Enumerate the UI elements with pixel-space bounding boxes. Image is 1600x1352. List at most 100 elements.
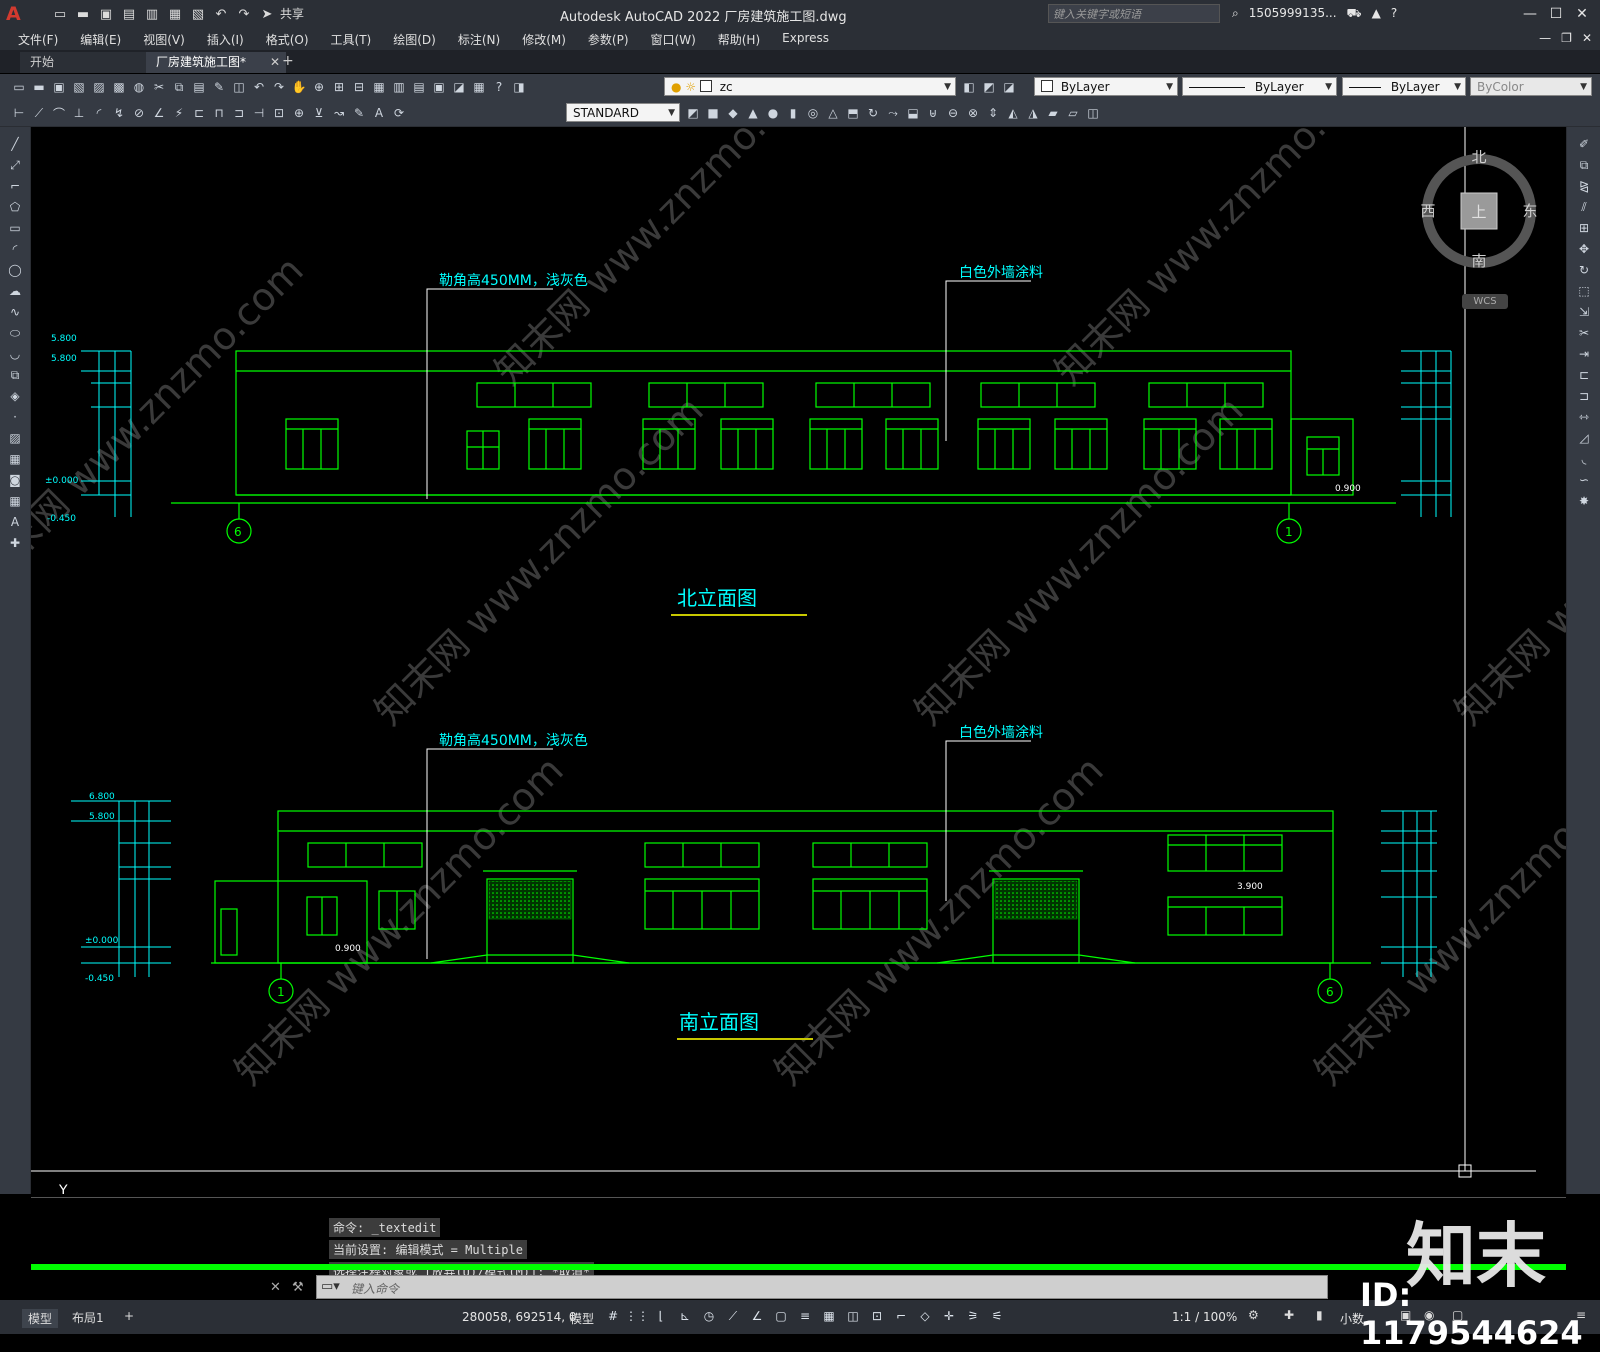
save-icon[interactable]: ▣	[96, 4, 116, 24]
mirror-icon[interactable]: ⧎	[1574, 177, 1594, 195]
account-icon[interactable]: ▲	[1372, 6, 1381, 22]
dim-break-icon[interactable]: ⊣	[250, 104, 268, 122]
menu-file[interactable]: 文件(F)	[18, 31, 58, 48]
menu-express[interactable]: Express	[782, 31, 829, 48]
lineweight-dropdown[interactable]: ByLayer ▼	[1342, 77, 1466, 96]
break-icon[interactable]: ⊐	[1574, 387, 1594, 405]
wedge-icon[interactable]: ◆	[724, 104, 742, 122]
dimstyle-manager-icon[interactable]: ◩	[684, 104, 702, 122]
union-icon[interactable]: ⊎	[924, 104, 942, 122]
loft-icon[interactable]: ⬓	[904, 104, 922, 122]
layer-dropdown[interactable]: ● ☼ zc ▼	[664, 77, 956, 96]
fillet-icon[interactable]: ◟	[1574, 450, 1594, 468]
paste-icon[interactable]: ▤	[190, 78, 208, 96]
table-icon[interactable]: ▦	[5, 492, 25, 510]
lineweight-icon[interactable]: ≡	[796, 1307, 814, 1325]
transparency-icon[interactable]: ▦	[820, 1307, 838, 1325]
save-icon[interactable]: ▣	[50, 78, 68, 96]
open-file-icon[interactable]: ▬	[73, 4, 93, 24]
doc-close-icon[interactable]: ✕	[1582, 31, 1592, 45]
dim-jogged-icon[interactable]: ↯	[110, 104, 128, 122]
redo-icon[interactable]: ↷	[234, 4, 254, 24]
menu-window[interactable]: 窗口(W)	[651, 31, 696, 48]
pan-icon[interactable]: ✋	[290, 78, 308, 96]
color-dropdown[interactable]: ByLayer ▼	[1034, 77, 1178, 96]
snap-icon[interactable]: ⋮⋮	[625, 1307, 649, 1325]
region-icon[interactable]: ◙	[5, 471, 25, 489]
share-label[interactable]: 共享	[280, 4, 304, 24]
revcloud-icon[interactable]: ☁	[5, 282, 25, 300]
menu-parametric[interactable]: 参数(P)	[588, 31, 629, 48]
pyramid-icon[interactable]: △	[824, 104, 842, 122]
arc-icon[interactable]: ◜	[5, 240, 25, 258]
command-input[interactable]: ▭▾ 键入命令	[316, 1275, 1328, 1299]
viewcube-face[interactable]: 上	[1471, 203, 1486, 221]
new-file-icon[interactable]: ▭	[50, 4, 70, 24]
viewcube-north[interactable]: 北	[1471, 150, 1486, 166]
annotation-visibility-icon[interactable]: ⚞	[964, 1307, 982, 1325]
viewcube-east[interactable]: 东	[1522, 202, 1537, 220]
make-block-icon[interactable]: ◈	[5, 387, 25, 405]
plus-icon[interactable]: ✚	[1284, 1308, 1294, 1322]
extrude-icon[interactable]: ⬒	[844, 104, 862, 122]
add-selected-icon[interactable]: ✚	[5, 534, 25, 552]
polyline-icon[interactable]: ⌐	[5, 177, 25, 195]
tolerance-icon[interactable]: ⊡	[270, 104, 288, 122]
break-point-icon[interactable]: ⊏	[1574, 366, 1594, 384]
menu-draw[interactable]: 绘图(D)	[393, 31, 436, 48]
search-icon[interactable]: ⌕	[1232, 6, 1239, 22]
zoom-realtime-icon[interactable]: ⊕	[310, 78, 328, 96]
intersect-icon[interactable]: ⊗	[964, 104, 982, 122]
tab-start[interactable]: 开始	[20, 52, 160, 73]
settings-gear-icon[interactable]: ⚙	[1248, 1308, 1259, 1322]
drawing-canvas[interactable]: 知末网 www.znzmo.com 知末网 www.znzmo.com 知末网 …	[31, 127, 1566, 1194]
erase-icon[interactable]: ✐	[1574, 135, 1594, 153]
zoom-previous-icon[interactable]: ⊟	[350, 78, 368, 96]
polar-icon[interactable]: ◷	[700, 1307, 718, 1325]
linetype-dropdown[interactable]: ByLayer ▼	[1182, 77, 1337, 96]
design-center-icon[interactable]: ▥	[390, 78, 408, 96]
layer-previous-icon[interactable]: ◩	[980, 78, 998, 96]
join-icon[interactable]: ⇿	[1574, 408, 1594, 426]
calculator-icon[interactable]: ▦	[470, 78, 488, 96]
cart-icon[interactable]: ⛟	[1347, 6, 1362, 22]
line-icon[interactable]: ╱	[5, 135, 25, 153]
menu-modify[interactable]: 修改(M)	[522, 31, 566, 48]
ellipse-arc-icon[interactable]: ◡	[5, 345, 25, 363]
dim-aligned-icon[interactable]: ⟋	[30, 104, 48, 122]
slice-icon[interactable]: ◭	[1004, 104, 1022, 122]
osnap-icon[interactable]: ▢	[772, 1307, 790, 1325]
dim-continue-icon[interactable]: ⊓	[210, 104, 228, 122]
help-icon[interactable]: ?	[490, 78, 508, 96]
match-prop-icon[interactable]: ✎	[210, 78, 228, 96]
xline-icon[interactable]: ⤢	[5, 156, 25, 174]
tab-close-icon[interactable]: ✕	[270, 52, 280, 73]
stretch-icon[interactable]: ⇲	[1574, 303, 1594, 321]
selection-filter-icon[interactable]: ◇	[916, 1307, 934, 1325]
dim-update-icon[interactable]: ⟳	[390, 104, 408, 122]
dim-edit-icon[interactable]: ✎	[350, 104, 368, 122]
offset-icon[interactable]: ⫽	[1574, 198, 1594, 216]
sphere-icon[interactable]: ●	[764, 104, 782, 122]
infer-icon[interactable]: ⊾	[676, 1307, 694, 1325]
jogged-linear-icon[interactable]: ↝	[330, 104, 348, 122]
new-icon[interactable]: ▭	[10, 78, 28, 96]
scale-icon[interactable]: ⬚	[1574, 282, 1594, 300]
autocad-logo-icon[interactable]: A	[6, 3, 28, 25]
thicken-icon[interactable]: ▰	[1044, 104, 1062, 122]
cylinder-icon[interactable]: ▮	[784, 104, 802, 122]
wcs-menu[interactable]: WCS	[1462, 294, 1508, 309]
menu-edit[interactable]: 编辑(E)	[80, 31, 121, 48]
sheetset-icon[interactable]: ▣	[430, 78, 448, 96]
imprint-icon[interactable]: ▱	[1064, 104, 1082, 122]
dim-ordinate-icon[interactable]: ⊥	[70, 104, 88, 122]
ellipse-icon[interactable]: ⬭	[5, 324, 25, 342]
redo-icon[interactable]: ↷	[270, 78, 288, 96]
isodraft-icon[interactable]: ⟋	[724, 1307, 742, 1325]
cmd-close-icon[interactable]: ✕	[270, 1280, 281, 1295]
sun-icon[interactable]: ☼	[685, 80, 696, 94]
blend-icon[interactable]: ∽	[1574, 471, 1594, 489]
mtext-icon[interactable]: A	[5, 513, 25, 531]
undo-icon[interactable]: ↶	[250, 78, 268, 96]
hatch-icon[interactable]: ▨	[5, 429, 25, 447]
